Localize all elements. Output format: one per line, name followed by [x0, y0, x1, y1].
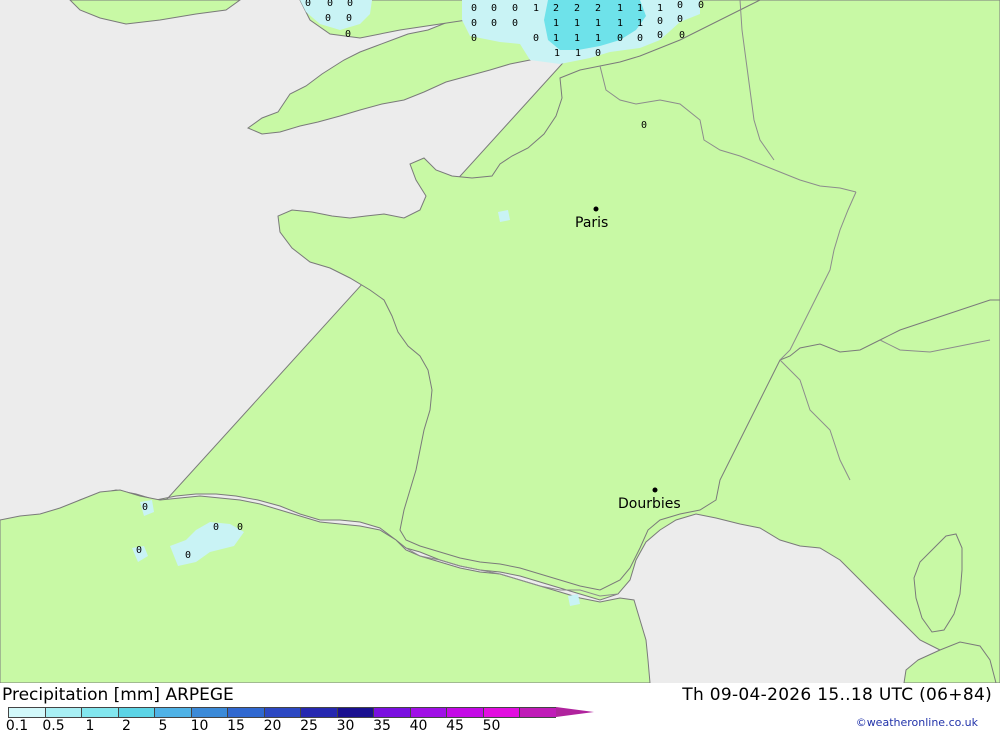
scale-swatch	[446, 707, 483, 718]
scale-swatch	[154, 707, 191, 718]
precip-value: 0	[471, 33, 477, 44]
scale-swatch	[263, 707, 300, 718]
precip-value: 0	[533, 33, 539, 44]
svg-text:Paris: Paris	[575, 215, 608, 231]
precip-value: 0	[512, 18, 518, 29]
precip-value: 1	[574, 18, 580, 29]
precip-value: 1	[595, 33, 601, 44]
scale-label: 10	[190, 718, 209, 734]
scale-label: 15	[227, 718, 245, 734]
scale-swatch	[409, 707, 446, 718]
precip-value: 0	[641, 120, 647, 131]
scale-label: 30	[336, 718, 355, 734]
precip-value: 0	[347, 0, 353, 9]
precip-value: 2	[595, 3, 601, 14]
scale-label: 2	[122, 718, 131, 734]
valid-time: Th 09-04-2026 15..18 UTC (06+84)	[682, 685, 992, 705]
svg-text:Dourbies: Dourbies	[618, 496, 681, 512]
precip-value: 1	[595, 18, 601, 29]
precip-value: 0	[142, 502, 148, 513]
precip-value: 1	[617, 3, 623, 14]
precip-value: 0	[617, 33, 623, 44]
scale-label: 25	[300, 718, 318, 734]
credit-link[interactable]: ©weatheronline.co.uk	[856, 716, 978, 729]
precip-value: 0	[512, 3, 518, 14]
scale-label: 5	[158, 718, 168, 734]
scale-swatch	[117, 707, 154, 718]
scale-swatch	[300, 707, 337, 718]
precip-value: 0	[136, 545, 142, 556]
precip-value: 0	[679, 30, 685, 41]
precip-value: 1	[554, 48, 560, 59]
precip-value: 0	[657, 16, 663, 27]
precip-value: 1	[553, 18, 559, 29]
scale-label: 1	[85, 718, 95, 734]
precip-value: 1	[553, 33, 559, 44]
precip-value: 0	[657, 30, 663, 41]
scale-label: 40	[409, 718, 428, 734]
precip-value: 0	[471, 18, 477, 29]
precip-value: 1	[575, 48, 581, 59]
precip-value: 2	[574, 3, 580, 14]
precip-value: 0	[677, 14, 683, 25]
precip-value: 0	[327, 0, 333, 9]
precip-value: 0	[213, 522, 219, 533]
precip-value: 1	[574, 33, 580, 44]
scale-label: 45	[446, 718, 464, 734]
precip-value: 0	[237, 522, 243, 533]
scale-label: 50	[482, 718, 501, 734]
precip-value: 0	[185, 550, 191, 561]
scale-swatch	[81, 707, 118, 718]
scale-label: 0.5	[42, 718, 65, 734]
precip-value: 0	[677, 0, 683, 11]
precip-value: 0	[325, 13, 331, 24]
legend-footer: Precipitation [mm] ARPEGE Th 09-04-2026 …	[0, 683, 1000, 734]
precip-value: 1	[637, 18, 643, 29]
precip-value: 0	[346, 13, 352, 24]
precip-value: 1	[657, 3, 663, 14]
precip-value: 0	[471, 3, 477, 14]
map-title: Precipitation [mm] ARPEGE	[2, 685, 234, 705]
precip-value: 2	[553, 3, 559, 14]
scale-swatch	[8, 707, 45, 718]
scale-swatch	[227, 707, 264, 718]
scale-arrow	[555, 707, 594, 717]
precip-value: 1	[617, 18, 623, 29]
precipitation-map: 0 0 0 0 0 0 0 0 0 1 2 2 2 1 1 1 0 0 0 0 0 1 1 1 1 1 0 0 0 0 1 1 1 0 0 0 0 1 1 0…	[0, 0, 1000, 683]
precip-value: 0	[698, 0, 704, 11]
scale-label: 0.1	[5, 718, 29, 734]
scale-swatch	[336, 707, 373, 718]
precip-value: 0	[491, 3, 497, 14]
precip-value: 1	[533, 3, 539, 14]
scale-label: 35	[373, 718, 391, 734]
precip-value: 1	[637, 3, 643, 14]
precip-value: 0	[595, 48, 601, 59]
scale-swatch	[44, 707, 81, 718]
scale-swatch	[373, 707, 410, 718]
scale-label: 20	[263, 718, 282, 734]
precip-value: 0	[305, 0, 311, 9]
scale-swatch	[519, 707, 556, 718]
precip-value: 0	[345, 29, 351, 40]
scale-swatch	[482, 707, 519, 718]
precip-value: 0	[491, 18, 497, 29]
scale-labels: 0.1 0.5 1 2 5 10 15 20 25 30 35 40 45 50	[0, 718, 540, 734]
scale-swatch	[190, 707, 227, 718]
precip-value: 0	[637, 33, 643, 44]
